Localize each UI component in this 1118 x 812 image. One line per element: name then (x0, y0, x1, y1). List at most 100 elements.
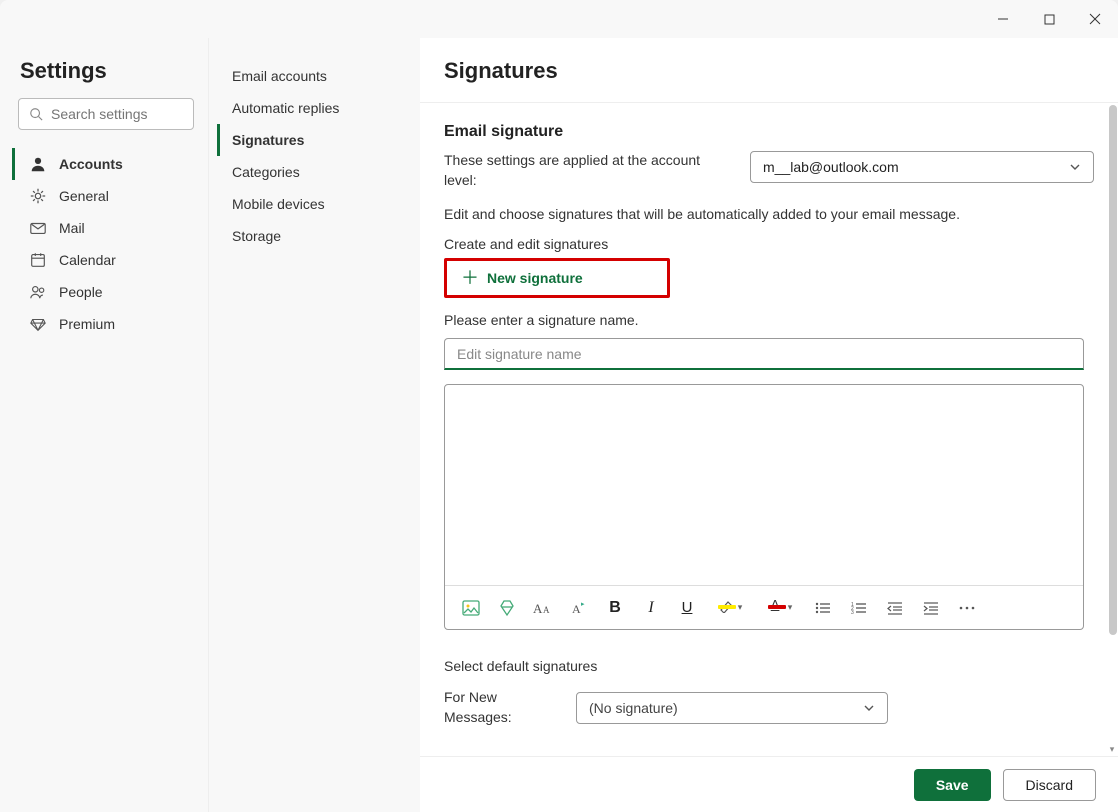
italic-icon: I (648, 599, 653, 617)
content-scroll[interactable]: Email signature These settings are appli… (420, 103, 1118, 756)
search-settings-input[interactable] (18, 98, 194, 130)
chevron-down-icon (1069, 161, 1081, 173)
diamond-icon (29, 315, 47, 333)
nav-people[interactable]: People (12, 276, 200, 308)
mail-icon (29, 219, 47, 237)
signature-name-hint: Please enter a signature name. (444, 312, 1094, 328)
scrollbar-thumb[interactable] (1109, 105, 1117, 635)
new-signature-button[interactable]: ＋ New signature (447, 261, 597, 295)
signature-info-text: Edit and choose signatures that will be … (444, 206, 1094, 222)
bold-icon: B (609, 599, 621, 617)
people-icon (29, 283, 47, 301)
default-signatures-heading: Select default signatures (444, 658, 1094, 674)
window-titlebar (0, 0, 1118, 38)
indent-icon (923, 601, 939, 615)
nav-mail-label: Mail (59, 220, 85, 236)
person-icon (29, 155, 47, 173)
minimize-button[interactable] (980, 3, 1026, 35)
highlight-button[interactable]: ▾ (713, 598, 747, 618)
format-painter-button[interactable] (497, 598, 517, 618)
svg-text:A: A (543, 605, 550, 615)
bullet-list-button[interactable] (813, 598, 833, 618)
svg-text:A: A (533, 601, 543, 616)
subnav-categories[interactable]: Categories (217, 156, 412, 188)
signature-name-input[interactable] (444, 338, 1084, 370)
font-icon: AA (533, 600, 553, 616)
scroll-down-icon[interactable]: ▾ (1106, 742, 1118, 756)
for-new-messages-value: (No signature) (589, 700, 678, 716)
plus-icon: ＋ (461, 269, 479, 287)
svg-text:A: A (572, 602, 581, 616)
chevron-down-icon (863, 702, 875, 714)
fontsize-icon: A▸ (570, 600, 588, 616)
editor-toolbar: AA A▸ B I U ▾ (445, 585, 1083, 629)
subnav-signatures[interactable]: Signatures (217, 124, 412, 156)
outdent-icon (887, 601, 903, 615)
svg-text:3: 3 (851, 610, 854, 615)
more-options-button[interactable] (957, 598, 977, 618)
close-button[interactable] (1072, 3, 1118, 35)
subnav-storage[interactable]: Storage (217, 220, 412, 252)
nav-people-label: People (59, 284, 103, 300)
calendar-icon (29, 251, 47, 269)
gear-icon (29, 187, 47, 205)
chevron-down-icon: ▾ (738, 602, 743, 613)
bullet-list-icon (815, 601, 831, 615)
subnav-automatic-replies[interactable]: Automatic replies (217, 92, 412, 124)
insert-image-button[interactable] (461, 598, 481, 618)
nav-general-label: General (59, 188, 109, 204)
underline-button[interactable]: U (677, 598, 697, 618)
create-signatures-label: Create and edit signatures (444, 236, 1094, 252)
maximize-icon (1044, 14, 1055, 25)
scrollbar[interactable]: ▴ ▾ (1106, 103, 1118, 756)
outdent-button[interactable] (885, 598, 905, 618)
chevron-down-icon: ▾ (788, 602, 793, 613)
nav-mail[interactable]: Mail (12, 212, 200, 244)
signature-editor-body[interactable] (445, 385, 1083, 585)
save-button[interactable]: Save (914, 769, 991, 801)
svg-text:▸: ▸ (581, 601, 585, 608)
page-title: Signatures (420, 38, 1118, 103)
nav-accounts-label: Accounts (59, 156, 123, 172)
image-icon (462, 600, 480, 616)
underline-icon: U (682, 599, 693, 616)
footer-actions: Save Discard (420, 756, 1118, 812)
nav-general[interactable]: General (12, 180, 200, 212)
account-select-value: m__lab@outlook.com (763, 159, 899, 175)
bold-button[interactable]: B (605, 598, 625, 618)
settings-title: Settings (12, 58, 200, 98)
nav-calendar-label: Calendar (59, 252, 116, 268)
maximize-button[interactable] (1026, 3, 1072, 35)
paint-icon (499, 599, 515, 617)
nav-calendar[interactable]: Calendar (12, 244, 200, 276)
ellipsis-icon (959, 605, 975, 611)
number-list-icon: 123 (851, 601, 867, 615)
content-pane: Signatures Email signature These setting… (420, 38, 1118, 812)
italic-button[interactable]: I (641, 598, 661, 618)
account-scope-label: These settings are applied at the accoun… (444, 151, 714, 190)
discard-button[interactable]: Discard (1003, 769, 1096, 801)
font-size-button[interactable]: A▸ (569, 598, 589, 618)
nav-accounts[interactable]: Accounts (12, 148, 200, 180)
settings-nav: Settings Accounts General Mail Calendar … (0, 38, 208, 812)
nav-premium-label: Premium (59, 316, 115, 332)
number-list-button[interactable]: 123 (849, 598, 869, 618)
email-signature-heading: Email signature (444, 123, 1094, 141)
nav-premium[interactable]: Premium (12, 308, 200, 340)
new-signature-label: New signature (487, 270, 583, 286)
indent-button[interactable] (921, 598, 941, 618)
search-icon (29, 107, 43, 121)
accounts-subnav: Email accounts Automatic replies Signatu… (208, 38, 420, 812)
account-select[interactable]: m__lab@outlook.com (750, 151, 1094, 183)
font-button[interactable]: AA (533, 598, 553, 618)
subnav-email-accounts[interactable]: Email accounts (217, 60, 412, 92)
close-icon (1089, 13, 1101, 25)
for-new-messages-label: For New Messages: (444, 688, 562, 727)
minimize-icon (997, 13, 1009, 25)
for-new-messages-select[interactable]: (No signature) (576, 692, 888, 724)
font-color-button[interactable]: A ▾ (763, 598, 797, 618)
subnav-mobile-devices[interactable]: Mobile devices (217, 188, 412, 220)
highlight-annotation: ＋ New signature (444, 258, 670, 298)
search-settings-field[interactable] (51, 106, 183, 122)
signature-editor: AA A▸ B I U ▾ (444, 384, 1084, 630)
